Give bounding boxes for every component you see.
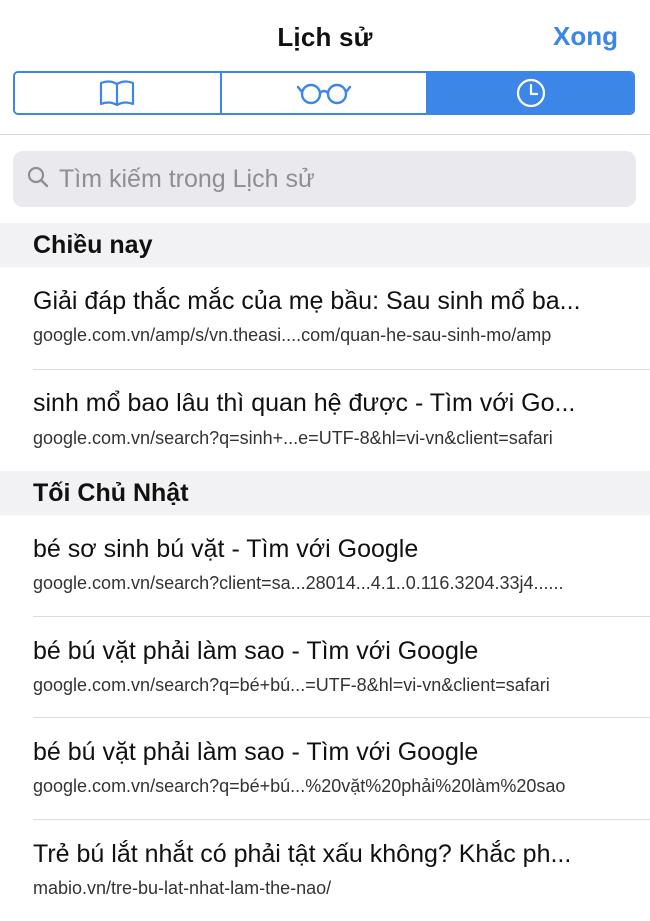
row-divider xyxy=(33,819,650,820)
section-header-this-afternoon: Chiều nay xyxy=(0,223,650,267)
navigation-bar: Lịch sử Xong xyxy=(0,0,650,70)
history-row-url: google.com.vn/amp/s/vn.theasi....com/qua… xyxy=(33,325,552,345)
row-divider xyxy=(33,616,650,617)
glasses-icon xyxy=(296,80,352,106)
history-row-title: bé bú vặt phải làm sao - Tìm với Google xyxy=(33,738,479,766)
history-row-title: Trẻ bú lắt nhắt có phải tật xấu không? K… xyxy=(33,840,572,868)
history-row-url: mabio.vn/tre-bu-lat-nhat-lam-the-nao/ xyxy=(33,878,332,898)
divider xyxy=(0,134,650,135)
tab-bookmarks[interactable] xyxy=(15,73,222,113)
history-row[interactable]: Giải đáp thắc mắc của mẹ bầu: Sau sinh m… xyxy=(0,285,650,359)
history-row-title: bé bú vặt phải làm sao - Tìm với Google xyxy=(33,637,479,665)
history-row-url: google.com.vn/search?q=sinh+...e=UTF-8&h… xyxy=(33,428,553,448)
section-header-sunday-evening: Tối Chủ Nhật xyxy=(0,471,650,515)
section-header-label: Chiều nay xyxy=(33,230,153,259)
tab-reading-list[interactable] xyxy=(221,73,429,113)
search-input[interactable] xyxy=(59,151,636,207)
search-bar[interactable] xyxy=(13,151,636,207)
history-row[interactable]: bé bú vặt phải làm sao - Tìm với Google … xyxy=(0,635,650,709)
done-button[interactable]: Xong xyxy=(553,21,618,52)
history-row[interactable]: bé sơ sinh bú vặt - Tìm với Google googl… xyxy=(0,533,650,607)
history-row-url: google.com.vn/search?q=bé+bú...=UTF-8&hl… xyxy=(33,675,550,695)
history-row[interactable]: bé bú vặt phải làm sao - Tìm với Google … xyxy=(0,736,650,810)
bookmarks-segmented-control xyxy=(13,71,635,115)
history-row-title: Giải đáp thắc mắc của mẹ bầu: Sau sinh m… xyxy=(33,287,581,315)
history-row-title: bé sơ sinh bú vặt - Tìm với Google xyxy=(33,535,419,563)
book-icon xyxy=(98,78,136,108)
history-row[interactable]: sinh mổ bao lâu thì quan hệ được - Tìm v… xyxy=(0,387,650,461)
tab-history[interactable] xyxy=(428,73,633,113)
section-header-label: Tối Chủ Nhật xyxy=(33,478,189,507)
history-row-url: google.com.vn/search?client=sa...28014..… xyxy=(33,573,564,593)
row-divider xyxy=(33,369,650,370)
clock-icon xyxy=(515,77,547,109)
search-icon xyxy=(13,166,59,193)
history-row[interactable]: Trẻ bú lắt nhắt có phải tật xấu không? K… xyxy=(0,838,650,912)
row-divider xyxy=(33,717,650,718)
history-row-url: google.com.vn/search?q=bé+bú...%20vặt%20… xyxy=(33,776,566,796)
history-row-title: sinh mổ bao lâu thì quan hệ được - Tìm v… xyxy=(33,389,576,417)
